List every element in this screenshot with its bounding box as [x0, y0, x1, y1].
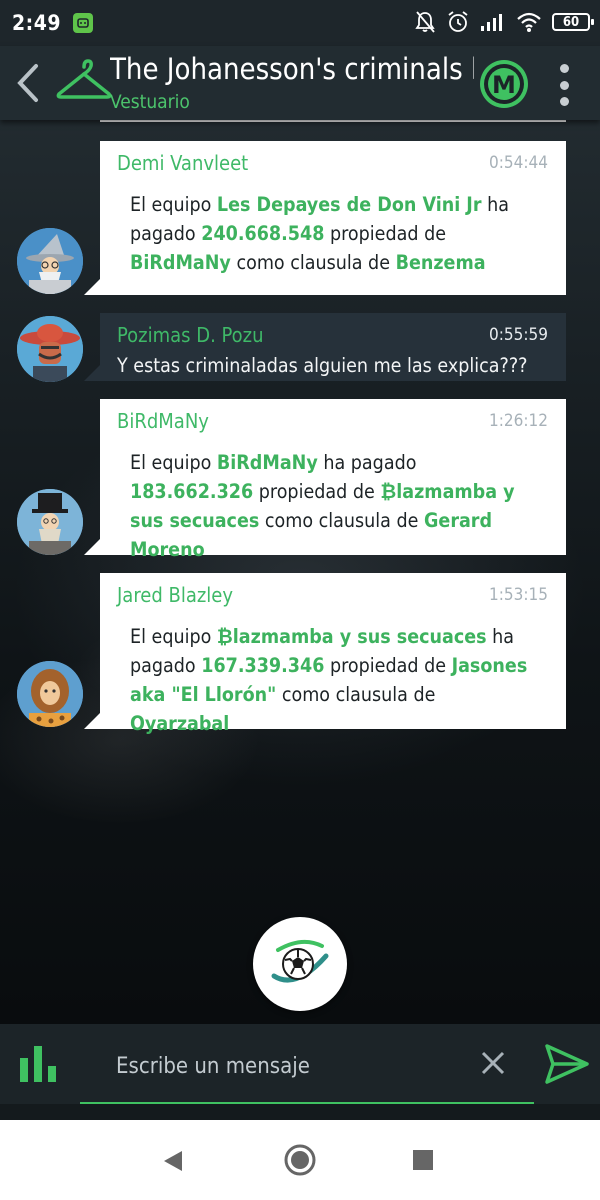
- status-time: 2:49: [12, 11, 61, 35]
- more-vert-icon-dot: [559, 64, 569, 73]
- battery-indicator: 60: [552, 13, 594, 31]
- chat-subtitle: Vestuario: [110, 91, 190, 113]
- message-text: Y estas criminaladas alguien me las expl…: [117, 354, 528, 377]
- bell-off-icon: [415, 11, 435, 33]
- avatar-wizard[interactable]: [17, 228, 83, 294]
- message-time: 1:53:15: [489, 585, 548, 605]
- league-logo-icon: M: [480, 60, 528, 108]
- wifi-icon: [517, 12, 541, 32]
- top-hat-avatar: [17, 489, 83, 555]
- avatar-top-hat[interactable]: [17, 489, 83, 555]
- message-bubble[interactable]: BiRdMaNy 1:26:12 El equipo BiRdMaNy ha p…: [84, 399, 566, 561]
- clear-button[interactable]: [478, 1048, 508, 1082]
- chat-messages[interactable]: Demi Vanvleet 0:54:44 El equipo Les Depa…: [0, 120, 600, 1024]
- more-vert-icon-dot: [559, 97, 569, 106]
- back-button[interactable]: [12, 62, 46, 104]
- previous-message-edge: [100, 120, 566, 122]
- system-nav-bar: [0, 1120, 600, 1200]
- message-time: 1:26:12: [489, 411, 548, 431]
- hanger-icon: [56, 59, 112, 99]
- message-text: El equipo BiRdMaNy ha pagado 183.662.326…: [130, 451, 515, 561]
- message-input[interactable]: [114, 1048, 458, 1084]
- stats-button[interactable]: [18, 1044, 62, 1090]
- league-logo[interactable]: M: [478, 58, 530, 110]
- logo-letter: M: [492, 71, 516, 99]
- avatar-caveman[interactable]: [17, 661, 83, 727]
- alarm-icon: [448, 11, 468, 32]
- message-bubble[interactable]: Demi Vanvleet 0:54:44 El equipo Les Depa…: [84, 141, 566, 295]
- game-fab-button[interactable]: [253, 917, 347, 1011]
- bar-chart-icon: [20, 1046, 56, 1082]
- message-text: El equipo ₿lazmamba y sus secuaces ha pa…: [130, 625, 528, 735]
- message-time: 0:55:59: [489, 325, 548, 345]
- message-composer: [0, 1024, 600, 1104]
- wizard-avatar: [17, 228, 83, 294]
- message-sender[interactable]: Jared Blazley: [117, 583, 233, 607]
- avatar-mexican[interactable]: [17, 316, 83, 382]
- nav-separator: [0, 1104, 600, 1120]
- signal-icon: [481, 14, 502, 31]
- status-bar: 2:49 60: [0, 0, 600, 46]
- send-button[interactable]: [544, 1042, 590, 1090]
- message-bubble[interactable]: Pozimas D. Pozu 0:55:59 Y estas criminal…: [84, 313, 566, 381]
- message-sender[interactable]: Demi Vanvleet: [117, 151, 248, 175]
- message-bubble[interactable]: Jared Blazley 1:53:15 El equipo ₿lazmamb…: [84, 573, 566, 735]
- back-arrow-icon: [17, 64, 38, 102]
- message-sender[interactable]: Pozimas D. Pozu: [117, 323, 264, 347]
- soccer-ball-icon: [271, 939, 329, 983]
- message-text: El equipo Les Depayes de Don Vini Jr ha …: [130, 193, 509, 274]
- caveman-avatar: [17, 661, 83, 727]
- app-notification-icon: [73, 13, 93, 33]
- more-vert-icon-dot: [559, 80, 569, 90]
- nav-back-icon[interactable]: [160, 1148, 186, 1174]
- nav-recents-icon[interactable]: [412, 1149, 434, 1171]
- status-icons: 60: [414, 10, 594, 34]
- battery-level: 60: [562, 14, 580, 30]
- chat-title: The Johanesson's criminals le: [110, 52, 474, 86]
- nav-home-icon[interactable]: [284, 1144, 316, 1176]
- close-icon: [481, 1051, 505, 1075]
- message-sender[interactable]: BiRdMaNy: [117, 409, 209, 433]
- message-time: 0:54:44: [489, 153, 548, 173]
- more-options-button[interactable]: [552, 64, 576, 106]
- mexican-hat-avatar: [17, 316, 83, 382]
- send-icon: [545, 1044, 589, 1084]
